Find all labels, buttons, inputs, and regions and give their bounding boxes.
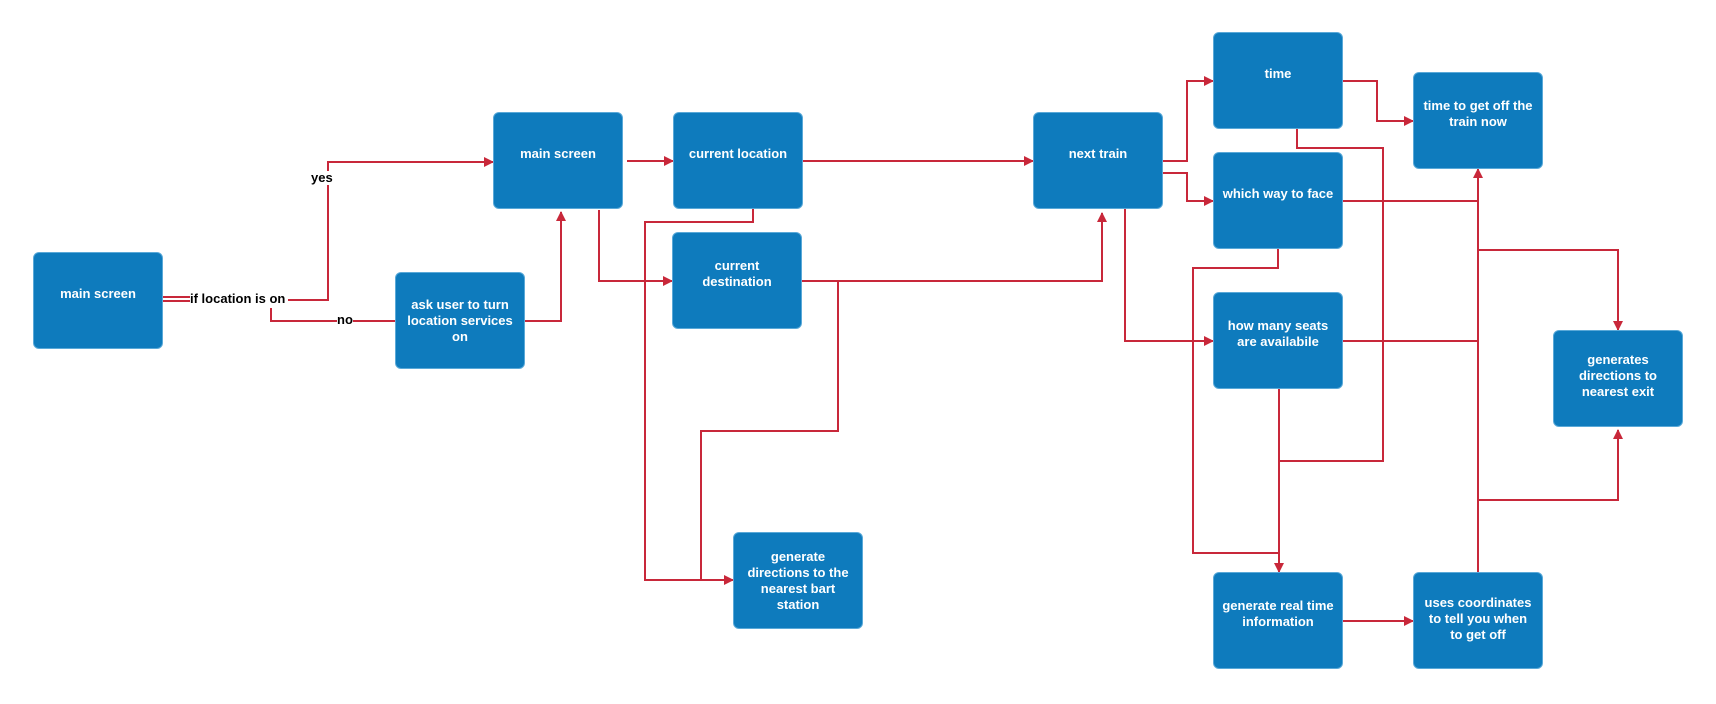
edge-next-to-seats	[1124, 209, 1214, 346]
node-exit-directions[interactable]: generates directions to nearest exit	[1553, 330, 1683, 427]
node-label: main screen	[60, 285, 136, 301]
node-label: current location	[688, 145, 788, 161]
edge-next-to-time	[1163, 76, 1214, 162]
node-current-destination[interactable]: current destination	[672, 232, 802, 329]
node-bart-directions[interactable]: generate directions to the nearest bart …	[733, 532, 863, 629]
node-label: current destination	[702, 257, 772, 289]
node-label: uses coordinates to tell you when to get…	[1424, 594, 1532, 642]
node-label: time	[1264, 65, 1292, 81]
edge-no	[270, 308, 395, 322]
node-label: time to get off the train now	[1423, 97, 1533, 129]
edge-time-to-getoff	[1343, 80, 1414, 126]
edge-label-condition: if location is on	[190, 291, 286, 306]
node-main-screen[interactable]: main screen	[493, 112, 623, 209]
node-label: which way to face	[1222, 185, 1334, 201]
edge-destination-to-next	[802, 212, 1107, 282]
edge-coordinates-to-exit	[1478, 429, 1623, 501]
node-label: generate directions to the nearest bart …	[747, 548, 849, 612]
node-time[interactable]: time	[1213, 32, 1343, 129]
node-ask-location[interactable]: ask user to turn location services on	[395, 272, 525, 369]
node-label: generate real time information	[1222, 597, 1334, 629]
edge-main-to-destination	[598, 210, 673, 286]
edge-label-no: no	[337, 312, 353, 327]
node-real-time[interactable]: generate real time information	[1213, 572, 1343, 669]
edge-next-to-which	[1163, 172, 1214, 206]
edge-label-yes: yes	[311, 170, 333, 185]
edge-getoff-to-exit	[1478, 249, 1623, 331]
node-coordinates[interactable]: uses coordinates to tell you when to get…	[1413, 572, 1543, 669]
node-seats[interactable]: how many seats are availabile	[1213, 292, 1343, 389]
node-which-way[interactable]: which way to face	[1213, 152, 1343, 249]
node-current-location[interactable]: current location	[673, 112, 803, 209]
node-label: main screen	[520, 145, 596, 161]
node-label: next train	[1068, 145, 1128, 161]
node-main-screen-start[interactable]: main screen	[33, 252, 163, 349]
edge-ask-to-main	[525, 211, 566, 322]
node-label: how many seats are availabile	[1227, 317, 1329, 349]
node-label: generates directions to nearest exit	[1578, 351, 1657, 399]
node-label: ask user to turn location services on	[407, 296, 513, 344]
node-next-train[interactable]: next train	[1033, 112, 1163, 209]
node-get-off[interactable]: time to get off the train now	[1413, 72, 1543, 169]
